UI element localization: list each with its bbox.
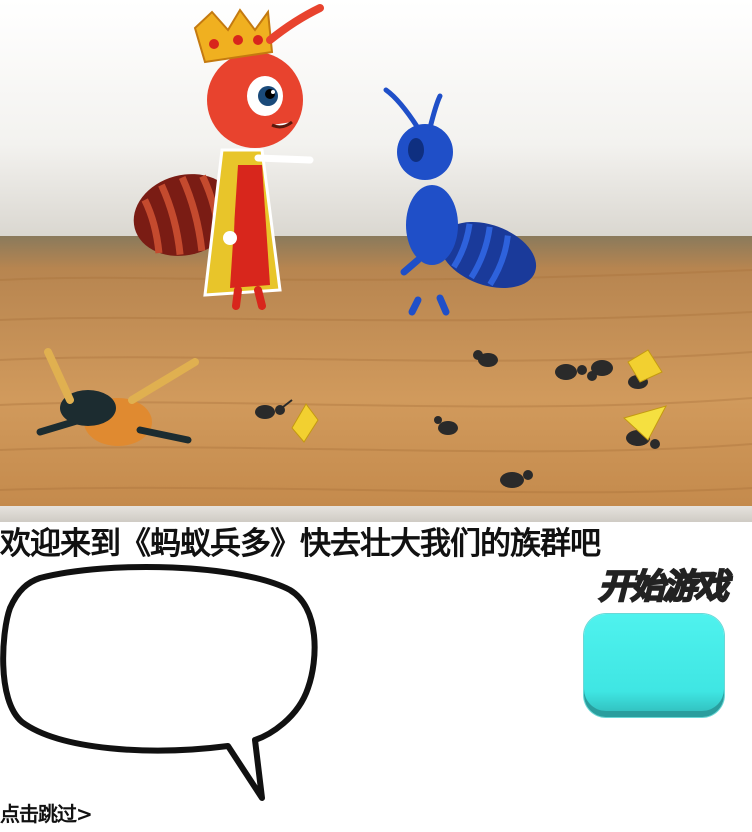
scene-illustration (0, 0, 752, 522)
speech-bubble-icon (0, 563, 318, 801)
speech-bubble (0, 560, 320, 805)
game-scene (0, 0, 752, 522)
start-game-button[interactable] (584, 614, 724, 717)
game-intro-screen: 欢迎来到《蚂蚁兵多》快去壮大我们的族群吧 开始游戏 点击跳过> (0, 0, 752, 832)
background-wall (0, 0, 752, 240)
table-edge (0, 506, 752, 522)
start-game-label: 开始游戏 (598, 566, 730, 608)
skip-button[interactable]: 点击跳过> (0, 801, 93, 827)
